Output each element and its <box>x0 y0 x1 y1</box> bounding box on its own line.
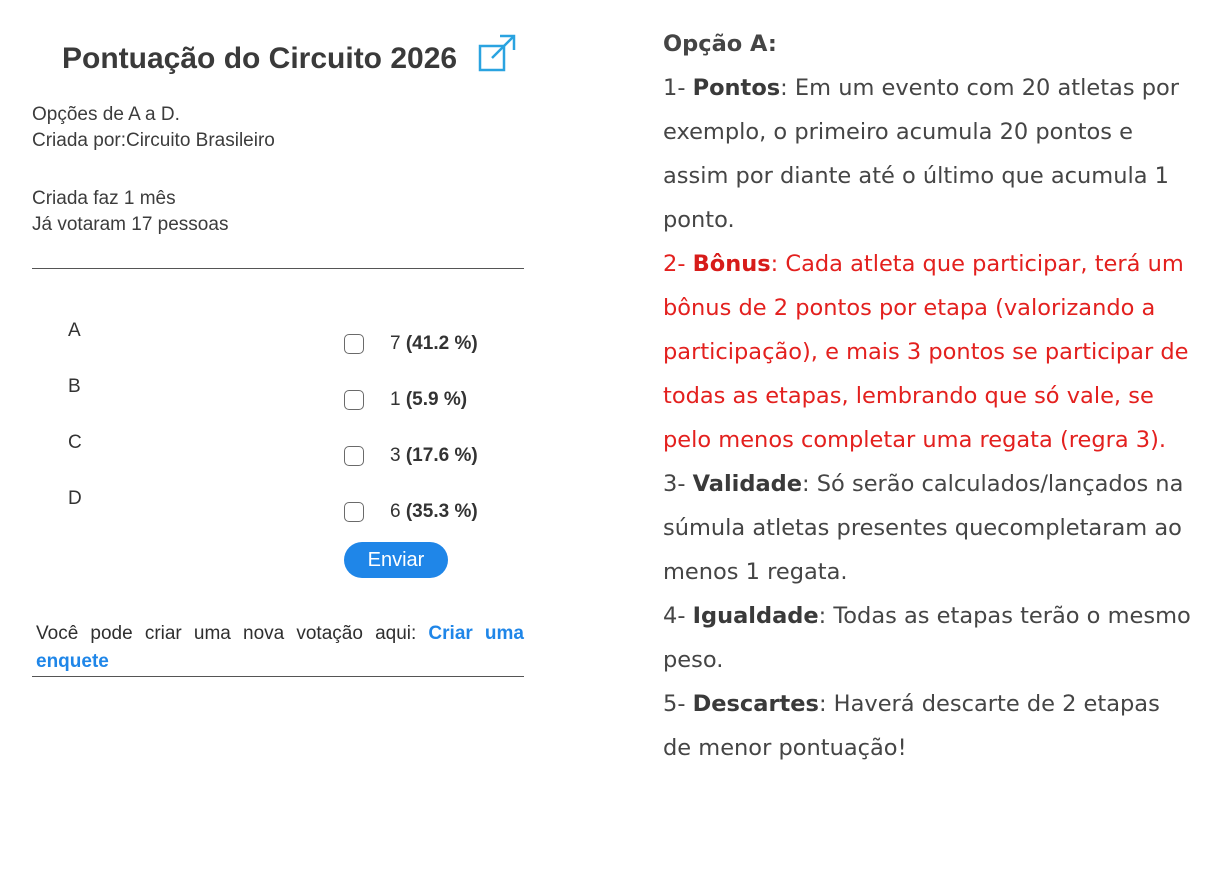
poll-stats: Criada faz 1 mês Já votaram 17 pessoas <box>32 186 228 238</box>
option-percent-a: (41.2 %) <box>405 333 478 354</box>
rule-number: 1- <box>663 75 693 101</box>
rule-title: Igualdade <box>692 603 819 629</box>
rule-title: Descartes <box>692 691 819 717</box>
rule-title: Bônus <box>692 251 771 277</box>
rule-number: 4- <box>663 603 693 629</box>
option-count-d: 6 <box>390 501 401 522</box>
rule-title: Pontos <box>692 75 781 101</box>
poll-subtitle: Opções de A a D. <box>32 104 180 125</box>
poll-title: Pontuação do Circuito 2026 <box>62 42 458 75</box>
option-label-d: D <box>68 488 82 509</box>
rule-number: 5- <box>663 691 693 717</box>
option-row-a[interactable]: 7 (41.2 %) <box>344 333 478 355</box>
option-percent-d: (35.3 %) <box>405 501 478 522</box>
rule-item-igualdade: 4- Igualdade: Todas as etapas terão o me… <box>663 594 1193 682</box>
option-checkbox-d[interactable] <box>344 502 364 522</box>
option-count-b: 1 <box>390 389 401 410</box>
rule-item-validade: 3- Validade: Só serão calculados/lançado… <box>663 462 1193 594</box>
option-checkbox-b[interactable] <box>344 390 364 410</box>
rule-item-pontos: 1- Pontos: Em um evento com 20 atletas p… <box>663 66 1193 242</box>
option-row-b[interactable]: 1 (5.9 %) <box>344 389 467 411</box>
rule-item-descartes: 5- Descartes: Haverá descarte de 2 etapa… <box>663 682 1193 770</box>
divider <box>32 676 524 677</box>
poll-creator: Criada por:Circuito Brasileiro <box>32 130 275 151</box>
create-poll-text: Você pode criar uma nova votação aqui: <box>36 623 417 644</box>
option-count-c: 3 <box>390 445 401 466</box>
poll-voter-count: Já votaram 17 pessoas <box>32 214 229 235</box>
option-label-a: A <box>68 320 81 341</box>
poll-meta: Opções de A a D. Criada por:Circuito Bra… <box>32 102 275 154</box>
rule-text: : Cada atleta que participar, terá um bô… <box>663 251 1189 453</box>
rule-title: Validade <box>692 471 803 497</box>
option-count-a: 7 <box>390 333 401 354</box>
submit-button[interactable]: Enviar <box>344 542 448 578</box>
divider <box>32 268 524 269</box>
option-percent-b: (5.9 %) <box>405 389 468 410</box>
poll-created-ago: Criada faz 1 mês <box>32 188 176 209</box>
expand-icon[interactable] <box>478 32 518 72</box>
rules-heading: Opção A: <box>663 31 777 57</box>
create-poll-note: Você pode criar uma nova votação aqui: C… <box>36 620 524 676</box>
option-label-b: B <box>68 376 81 397</box>
option-checkbox-a[interactable] <box>344 334 364 354</box>
poll-panel: Pontuação do Circuito 2026 Opções de A a… <box>32 30 524 680</box>
rule-item-bonus: 2- Bônus: Cada atleta que participar, te… <box>663 242 1193 462</box>
option-row-d[interactable]: 6 (35.3 %) <box>344 501 478 523</box>
option-row-c[interactable]: 3 (17.6 %) <box>344 445 478 467</box>
rule-number: 2- <box>663 251 693 277</box>
option-checkbox-c[interactable] <box>344 446 364 466</box>
option-percent-c: (17.6 %) <box>405 445 478 466</box>
option-label-c: C <box>68 432 82 453</box>
rules-panel: Opção A: 1- Pontos: Em um evento com 20 … <box>663 22 1193 770</box>
rule-number: 3- <box>663 471 693 497</box>
